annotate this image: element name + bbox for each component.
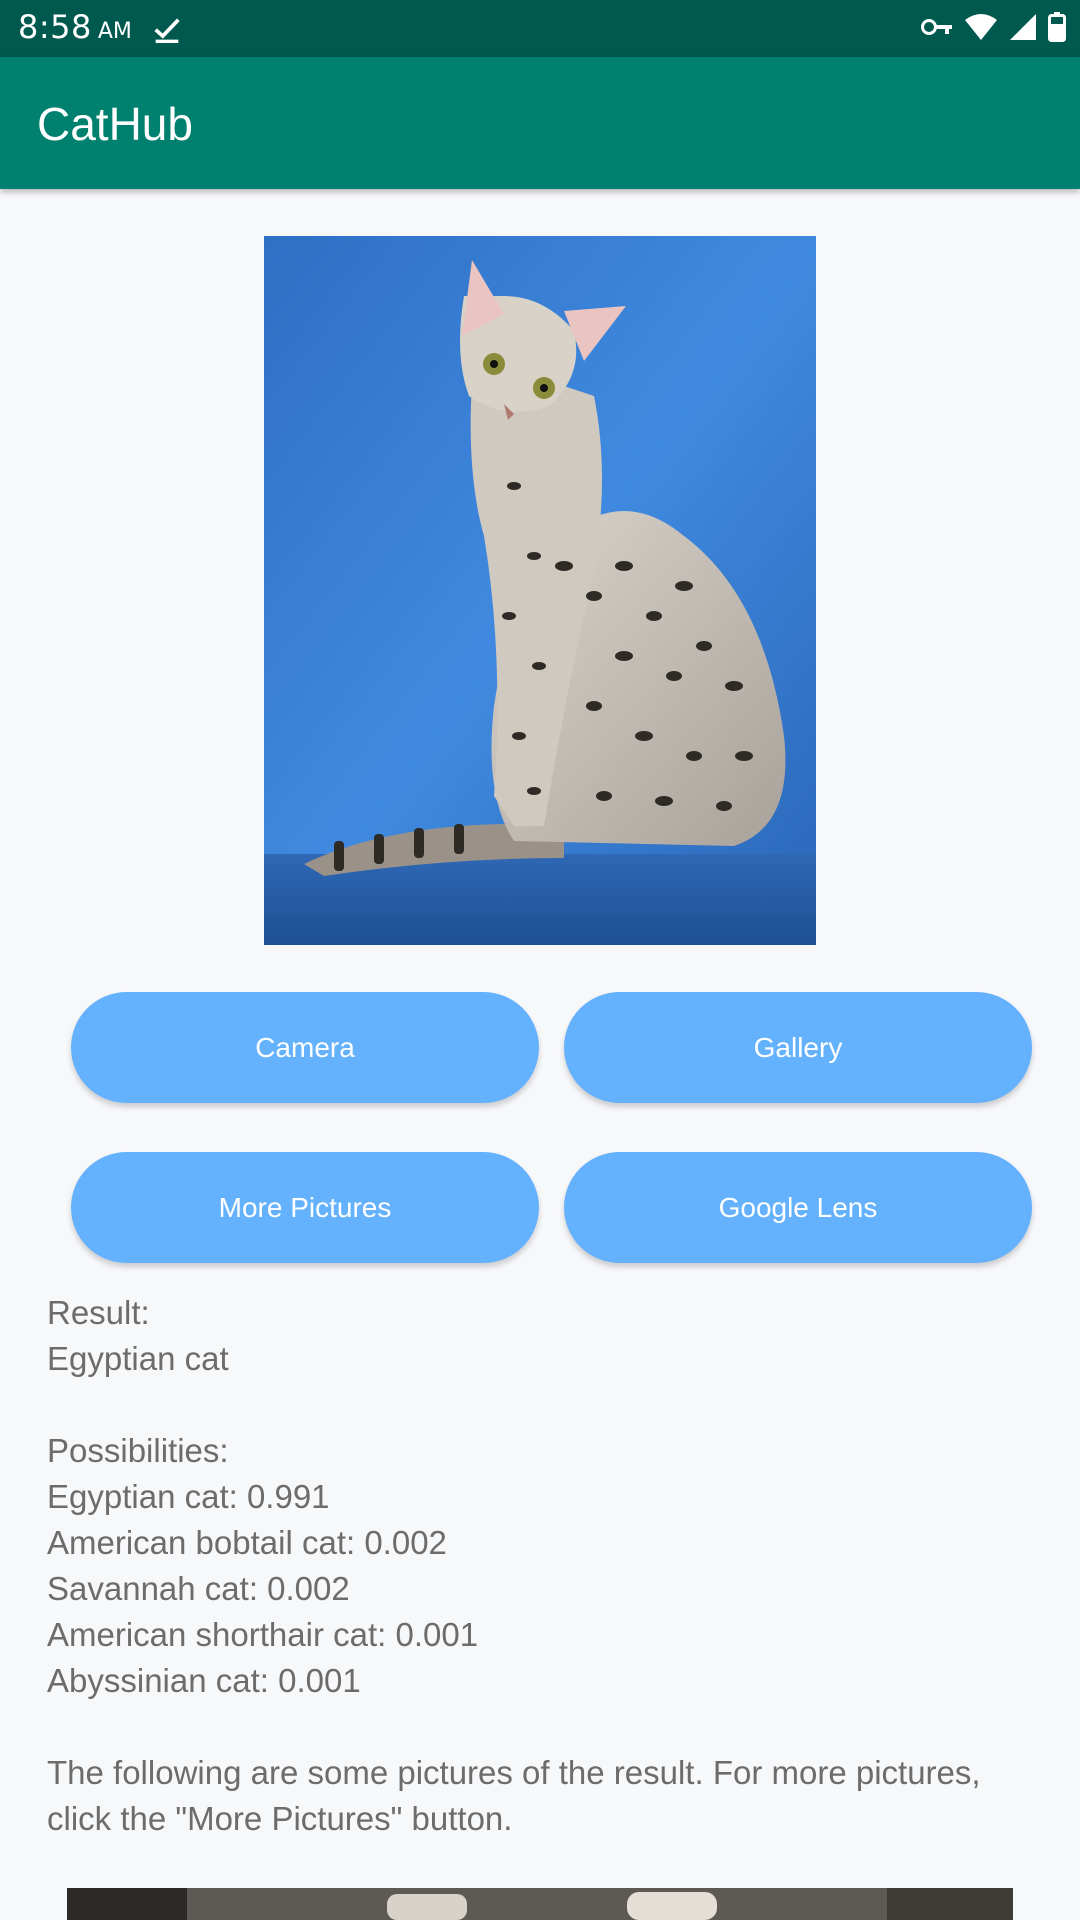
- status-ampm: AM: [97, 19, 132, 44]
- app-bar: CatHub: [0, 57, 1080, 189]
- gallery-button[interactable]: Gallery: [564, 992, 1032, 1103]
- status-time: 8:58: [18, 8, 92, 46]
- result-value: Egyptian cat: [47, 1340, 229, 1377]
- app-title: CatHub: [37, 98, 193, 150]
- vpn-key-icon: [921, 19, 952, 35]
- camera-button[interactable]: Camera: [71, 992, 539, 1103]
- possibilities-label: Possibilities:: [47, 1432, 229, 1469]
- possibility-item: American shorthair cat: 0.001: [47, 1616, 479, 1653]
- possibility-item: Abyssinian cat: 0.001: [47, 1662, 361, 1699]
- battery-icon: [1048, 12, 1066, 42]
- status-bar: 8:58 AM: [0, 0, 1080, 57]
- status-clock: 8:58 AM: [18, 8, 132, 46]
- google-lens-button[interactable]: Google Lens: [564, 1152, 1032, 1263]
- cell-signal-icon: [1010, 14, 1036, 40]
- download-done-icon: [154, 18, 180, 44]
- more-pictures-button[interactable]: More Pictures: [71, 1152, 539, 1263]
- possibility-item: Egyptian cat: 0.991: [47, 1478, 330, 1515]
- cat-photo: [264, 236, 816, 945]
- possibility-item: American bobtail cat: 0.002: [47, 1524, 447, 1561]
- result-preview-image[interactable]: [67, 1888, 1013, 1920]
- result-label: Result:: [47, 1294, 150, 1331]
- wifi-icon: [965, 14, 997, 40]
- status-icons: [920, 12, 1066, 42]
- result-note: The following are some pictures of the r…: [47, 1754, 981, 1837]
- result-block: Result: Egyptian cat Possibilities: Egyp…: [47, 1290, 1037, 1842]
- possibility-item: Savannah cat: 0.002: [47, 1570, 350, 1607]
